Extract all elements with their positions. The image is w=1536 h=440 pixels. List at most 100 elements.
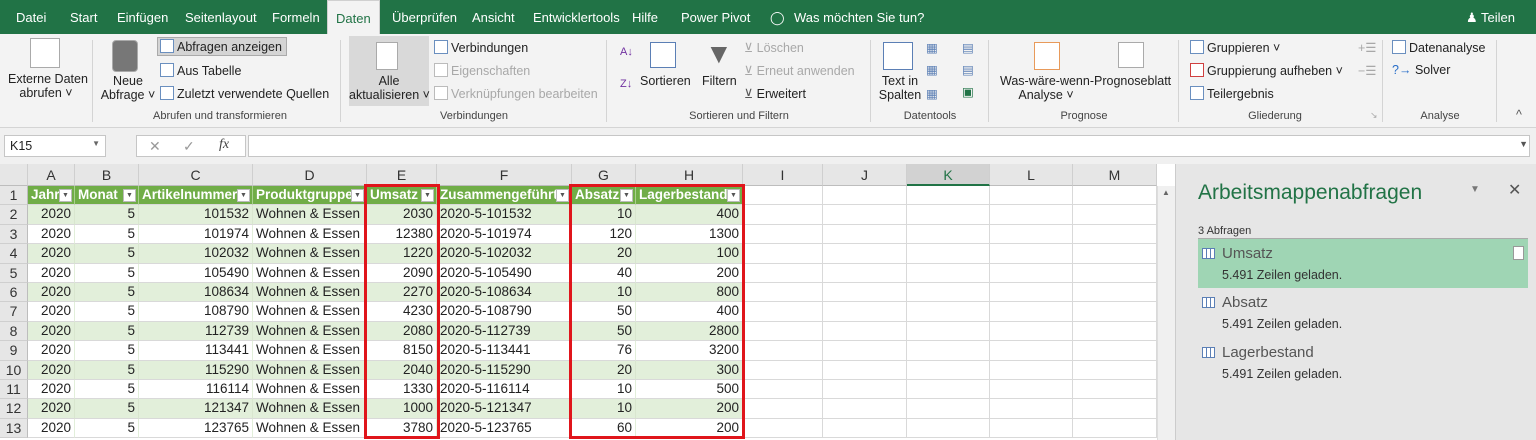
table-cell[interactable]: 113441 [139,341,253,361]
row-header[interactable]: 3 [0,224,28,245]
table-cell[interactable] [1073,341,1157,361]
verbindungen-button[interactable]: Verbindungen [434,40,528,55]
table-cell[interactable]: 2020-5-108634 [437,283,572,303]
aus-tabelle-button[interactable]: Aus Tabelle [160,63,241,78]
table-cell[interactable]: 2020 [28,399,75,419]
table-cell[interactable] [907,380,990,400]
table-cell[interactable] [1073,360,1157,380]
tab-entwicklertools[interactable]: Entwicklertools [525,0,628,34]
table-cell[interactable]: 123765 [139,418,253,439]
table-cell[interactable] [743,283,823,303]
refresh-query-icon[interactable] [1513,246,1524,260]
table-cell[interactable]: 5 [75,283,139,303]
table-header-cell[interactable]: Monat ▼ [75,186,139,206]
row-header[interactable]: 13 [0,418,28,439]
table-cell[interactable] [1073,418,1157,439]
table-cell[interactable] [1073,263,1157,283]
table-cell[interactable] [990,418,1073,439]
externe-daten-button[interactable]: Externe Daten abrufen ˅ [8,72,88,100]
table-cell[interactable] [1073,283,1157,303]
select-all-corner[interactable] [0,164,28,186]
column-header-d[interactable]: D [253,164,367,186]
table-cell[interactable]: Wohnen & Essen [253,380,367,400]
table-cell[interactable]: 2020 [28,380,75,400]
table-cell[interactable]: Wohnen & Essen [253,418,367,439]
table-cell[interactable] [743,244,823,264]
table-cell[interactable] [1073,205,1157,225]
table-cell[interactable]: 101974 [139,224,253,245]
solver-button[interactable]: ?→ Solver [1392,63,1450,77]
row-header[interactable]: 6 [0,283,28,303]
table-cell[interactable]: 5 [75,244,139,264]
filtern-button[interactable]: Filtern [702,74,737,88]
tab-formeln[interactable]: Formeln [264,0,328,34]
column-header-k[interactable]: K [907,164,990,186]
table-cell[interactable] [990,341,1073,361]
row-header[interactable]: 1 [0,186,28,206]
query-item-absatz[interactable]: Absatz 5.491 Zeilen geladen. [1198,288,1528,338]
table-cell[interactable]: 116114 [139,380,253,400]
table-cell[interactable] [990,302,1073,322]
table-cell[interactable] [823,418,907,439]
verknuepfungen-button[interactable]: Verknüpfungen bearbeiten [434,86,598,101]
datenanalyse-button[interactable]: Datenanalyse [1392,40,1485,55]
gruppieren-button[interactable]: Gruppieren ˅ [1190,40,1280,55]
column-header-g[interactable]: G [572,164,636,186]
hide-detail-icon[interactable]: −☰ [1358,63,1377,78]
table-cell[interactable] [823,380,907,400]
table-cell[interactable]: 5 [75,418,139,439]
table-cell[interactable]: Wohnen & Essen [253,341,367,361]
filter-dropdown-icon[interactable]: ▼ [123,189,136,202]
row-header[interactable]: 8 [0,321,28,342]
table-cell[interactable]: Wohnen & Essen [253,399,367,419]
cancel-icon[interactable]: ✕ [149,138,161,155]
neue-abfrage-button[interactable]: Neue Abfrage ˅ [100,74,156,102]
table-cell[interactable]: 2020-5-113441 [437,341,572,361]
table-cell[interactable]: 2020 [28,360,75,380]
row-header[interactable]: 10 [0,360,28,380]
table-cell[interactable]: 101532 [139,205,253,225]
table-cell[interactable]: 108634 [139,283,253,303]
scroll-up-icon[interactable]: ▲ [1162,188,1170,197]
table-header-cell[interactable] [743,186,823,206]
pane-options-icon[interactable]: ▼ [1470,184,1480,195]
table-cell[interactable]: 2020-5-105490 [437,263,572,283]
row-header[interactable]: 11 [0,380,28,400]
table-cell[interactable] [990,283,1073,303]
table-cell[interactable]: Wohnen & Essen [253,302,367,322]
row-header[interactable]: 7 [0,302,28,322]
eigenschaften-button[interactable]: Eigenschaften [434,63,530,78]
table-header-cell[interactable] [990,186,1073,206]
table-header-cell[interactable]: Produktgruppe ▼ [253,186,367,206]
erweitert-button[interactable]: ⊻ Erweitert [744,86,806,101]
chevron-down-icon[interactable]: ▼ [92,139,100,148]
table-cell[interactable] [907,302,990,322]
table-cell[interactable] [743,399,823,419]
query-item-lagerbestand[interactable]: Lagerbestand 5.491 Zeilen geladen. [1198,338,1528,388]
table-cell[interactable]: 2020 [28,263,75,283]
gruppierung-aufheben-button[interactable]: Gruppierung aufheben ˅ [1190,63,1343,78]
table-cell[interactable]: Wohnen & Essen [253,360,367,380]
table-header-cell[interactable]: Artikelnummer ▼ [139,186,253,206]
table-cell[interactable] [823,302,907,322]
collapse-ribbon-icon[interactable]: ^ [1516,108,1522,122]
remove-duplicates-icon[interactable]: ▦ [926,62,938,77]
enter-icon[interactable]: ✓ [183,138,195,155]
filter-dropdown-icon[interactable]: ▼ [237,189,250,202]
table-cell[interactable]: Wohnen & Essen [253,205,367,225]
tab-hilfe[interactable]: Hilfe [624,0,666,34]
column-header-l[interactable]: L [990,164,1073,186]
column-header-h[interactable]: H [636,164,743,186]
sortieren-button[interactable]: Sortieren [640,74,691,88]
table-cell[interactable] [990,360,1073,380]
table-cell[interactable] [1073,244,1157,264]
formula-input[interactable] [248,135,1530,157]
table-cell[interactable]: 2020 [28,341,75,361]
table-cell[interactable] [1073,224,1157,245]
table-cell[interactable] [1073,302,1157,322]
table-cell[interactable]: Wohnen & Essen [253,283,367,303]
insert-function-icon[interactable]: fx [219,137,229,153]
table-cell[interactable]: 5 [75,341,139,361]
table-cell[interactable] [990,205,1073,225]
table-cell[interactable]: 121347 [139,399,253,419]
